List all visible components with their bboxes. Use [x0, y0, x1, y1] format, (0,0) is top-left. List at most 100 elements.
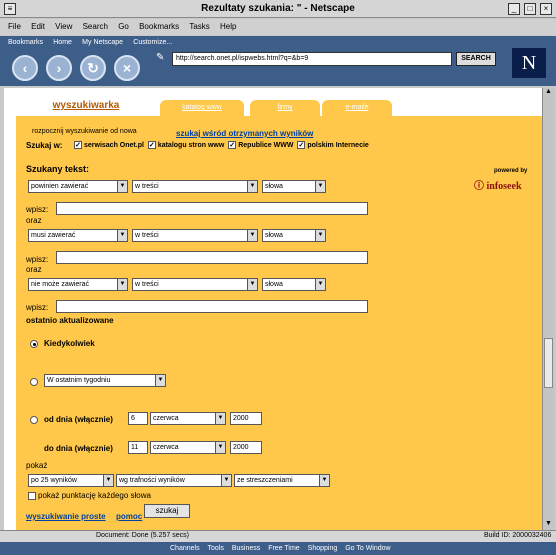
chevron-down-icon: ▼: [103, 475, 113, 486]
chevron-down-icon: ▼: [315, 279, 325, 290]
tab-wyszukiwarka[interactable]: wyszukiwarka: [18, 96, 154, 116]
from-date-label: od dnia (włącznie): [44, 415, 113, 424]
tab-firmy[interactable]: firmy: [250, 100, 320, 116]
checkbox-katalog[interactable]: ✓: [147, 141, 156, 149]
infoseek-logo[interactable]: ⓘ infoseek: [474, 177, 522, 192]
to-day-input[interactable]: 11: [128, 441, 148, 454]
submit-search-button[interactable]: szukaj: [144, 504, 190, 518]
query-mode-value-3: nie może zawierać: [31, 281, 89, 288]
scroll-thumb[interactable]: [544, 338, 553, 388]
summary-select[interactable]: ze streszczeniami ▼: [234, 474, 330, 487]
result-order-value: wg trafności wyników: [119, 477, 185, 484]
menu-help[interactable]: Help: [220, 19, 236, 35]
checkbox-internet[interactable]: ✓: [297, 141, 306, 149]
search-within-link[interactable]: szukaj wśród otrzymanych wyników: [176, 129, 313, 138]
query-type-select-1[interactable]: słowa ▼: [262, 180, 326, 193]
from-day-input[interactable]: 6: [128, 412, 148, 425]
menu-file[interactable]: File: [8, 19, 21, 35]
to-year-input[interactable]: 2000: [230, 441, 262, 454]
updated-title: ostatnio aktualizowane: [26, 316, 114, 325]
to-date-label: do dnia (włącznie): [44, 444, 113, 453]
query-type-value-1: słowa: [265, 183, 283, 190]
checkbox-onet[interactable]: ✓: [74, 141, 82, 149]
toolbar-home[interactable]: Home: [53, 36, 72, 50]
radio-period[interactable]: [30, 378, 38, 386]
page-proxy-icon[interactable]: ✎: [156, 52, 170, 66]
query-input-3[interactable]: [56, 300, 368, 313]
radio-date-range[interactable]: [30, 416, 38, 424]
minimize-button[interactable]: _: [508, 3, 520, 15]
chevron-down-icon: ▼: [319, 475, 329, 486]
vertical-scrollbar[interactable]: ▲ ▼: [542, 88, 554, 530]
stop-icon[interactable]: ×: [114, 55, 140, 81]
query-mode-select-3[interactable]: nie może zawierać ▼: [28, 278, 128, 291]
oraz-label-1: oraz: [26, 216, 42, 225]
query-where-value-1: w treści: [135, 183, 159, 190]
taskbar-channels[interactable]: Channels: [170, 542, 200, 555]
taskbar: Channels Tools Business Free Time Shoppi…: [0, 542, 556, 555]
netscape-logo[interactable]: N: [512, 48, 546, 78]
menu-bookmarks[interactable]: Bookmarks: [139, 19, 179, 35]
query-type-value-3: słowa: [265, 281, 283, 288]
tab-katalog-www[interactable]: katalog www: [160, 100, 244, 116]
chevron-down-icon: ▼: [247, 181, 257, 192]
to-month-select[interactable]: czerwca ▼: [150, 441, 226, 454]
query-type-select-2[interactable]: słowa ▼: [262, 229, 326, 242]
query-input-2[interactable]: [56, 251, 368, 264]
menu-view[interactable]: View: [55, 19, 72, 35]
taskbar-go-to-window[interactable]: Go To Window: [345, 542, 390, 555]
option-republika-label: Republice WWW: [238, 141, 294, 149]
checkbox-score[interactable]: [28, 491, 36, 500]
menu-go[interactable]: Go: [118, 19, 129, 35]
scroll-up-icon[interactable]: ▲: [543, 88, 554, 98]
menu-tasks[interactable]: Tasks: [189, 19, 209, 35]
powered-by-label: powered by: [494, 168, 528, 174]
window-menu-button[interactable]: ≡: [4, 3, 16, 15]
checkbox-republika[interactable]: ✓: [228, 141, 237, 149]
toolbar-bookmarks[interactable]: Bookmarks: [8, 36, 43, 50]
query-type-select-3[interactable]: słowa ▼: [262, 278, 326, 291]
menu-search[interactable]: Search: [83, 19, 108, 35]
period-select[interactable]: W ostatnim tygodniu ▼: [44, 374, 166, 387]
chevron-down-icon: ▼: [221, 475, 231, 486]
taskbar-tools[interactable]: Tools: [208, 542, 224, 555]
scroll-down-icon[interactable]: ▼: [543, 520, 554, 530]
maximize-button[interactable]: □: [524, 3, 536, 15]
chevron-down-icon: ▼: [155, 375, 165, 386]
url-field[interactable]: http://search.onet.pl/ispwebs.html?q=&b=…: [172, 52, 452, 66]
chevron-down-icon: ▼: [117, 279, 127, 290]
wpisz-label-3: wpisz:: [26, 303, 49, 312]
chevron-down-icon: ▼: [215, 442, 225, 453]
taskbar-business[interactable]: Business: [232, 542, 260, 555]
from-year-input[interactable]: 2000: [230, 412, 262, 425]
query-mode-select-1[interactable]: powinien zawierać ▼: [28, 180, 128, 193]
summary-value: ze streszczeniami: [237, 477, 293, 484]
query-where-select-2[interactable]: w treści ▼: [132, 229, 258, 242]
menu-edit[interactable]: Edit: [31, 19, 45, 35]
forward-icon[interactable]: ›: [46, 55, 72, 81]
option-internet-label: polskim Internecie: [307, 141, 369, 149]
query-mode-select-2[interactable]: musi zawierać ▼: [28, 229, 128, 242]
taskbar-shopping[interactable]: Shopping: [308, 542, 338, 555]
radio-any-time[interactable]: [30, 340, 38, 348]
query-where-select-1[interactable]: w treści ▼: [132, 180, 258, 193]
wpisz-label-1: wpisz:: [26, 205, 49, 214]
restart-link[interactable]: rozpocznij wyszukiwanie od nowa: [32, 128, 137, 135]
taskbar-free-time[interactable]: Free Time: [268, 542, 300, 555]
result-count-value: po 25 wyników: [31, 477, 77, 484]
back-icon[interactable]: ‹: [12, 55, 38, 81]
toolbar-customize[interactable]: Customize...: [133, 36, 172, 50]
option-onet-label: serwisach Onet.pl: [84, 141, 144, 149]
from-month-select[interactable]: czerwca ▼: [150, 412, 226, 425]
help-link[interactable]: pomoc: [116, 512, 142, 521]
simple-search-link[interactable]: wyszukiwanie proste: [26, 512, 106, 521]
close-button[interactable]: ×: [540, 3, 552, 15]
reload-icon[interactable]: ↻: [80, 55, 106, 81]
search-button[interactable]: SEARCH: [456, 52, 496, 66]
toolbar-my-netscape[interactable]: My Netscape: [82, 36, 123, 50]
query-where-select-3[interactable]: w treści ▼: [132, 278, 258, 291]
tab-e-maile[interactable]: e-maile: [322, 100, 392, 116]
query-input-1[interactable]: [56, 202, 368, 215]
result-order-select[interactable]: wg trafności wyników ▼: [116, 474, 232, 487]
result-count-select[interactable]: po 25 wyników ▼: [28, 474, 114, 487]
